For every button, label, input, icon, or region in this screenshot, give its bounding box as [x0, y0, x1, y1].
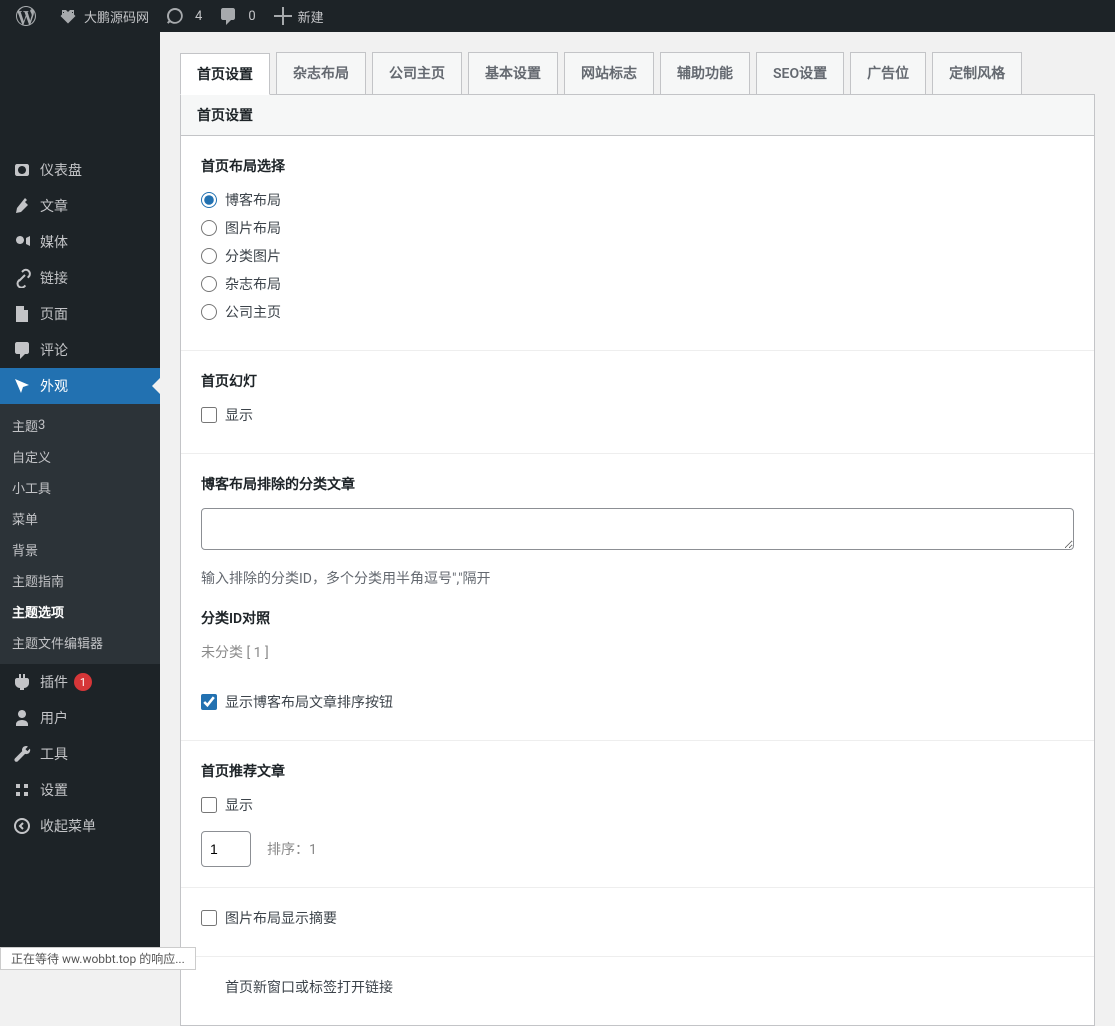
radio-company[interactable]: 公司主页 — [201, 302, 1074, 322]
site-link[interactable]: 大鹏源码网 — [50, 0, 157, 32]
radio-blog[interactable]: 博客布局 — [201, 190, 1074, 210]
admin-sidebar: 仪表盘 文章 媒体 链接 页面 评论 外观 主题 3 自定义 小工具 菜单 背景… — [0, 32, 160, 970]
menu-users[interactable]: 用户 — [0, 700, 160, 736]
radio-blog-input[interactable] — [201, 192, 217, 208]
tab-home[interactable]: 首页设置 — [180, 53, 270, 95]
submenu-theme-options[interactable]: 主题选项 — [0, 596, 160, 627]
radio-image[interactable]: 图片布局 — [201, 218, 1074, 238]
submenu-widgets[interactable]: 小工具 — [0, 472, 160, 503]
tab-magazine[interactable]: 杂志布局 — [276, 52, 366, 94]
check-sort-input[interactable] — [201, 694, 217, 710]
updates-link[interactable]: 4 — [157, 0, 210, 32]
admin-toolbar: 大鹏源码网 4 0 新建 — [0, 0, 1115, 32]
id-title: 分类ID对照 — [201, 608, 1074, 628]
submenu-customize[interactable]: 自定义 — [0, 441, 160, 472]
menu-media[interactable]: 媒体 — [0, 224, 160, 260]
tab-logo[interactable]: 网站标志 — [564, 52, 654, 94]
tab-ads[interactable]: 广告位 — [850, 52, 926, 94]
check-slider-input[interactable] — [201, 407, 217, 423]
tab-company[interactable]: 公司主页 — [372, 52, 462, 94]
menu-plugins[interactable]: 插件 1 — [0, 664, 160, 700]
menu-collapse[interactable]: 收起菜单 — [0, 808, 160, 844]
check-img-summary-input[interactable] — [201, 910, 217, 926]
exclude-title: 博客布局排除的分类文章 — [201, 474, 1074, 494]
menu-comments[interactable]: 评论 — [0, 332, 160, 368]
exclude-help: 输入排除的分类ID，多个分类用半角逗号","隔开 — [201, 568, 1074, 588]
featured-order-label: 排序：1 — [267, 839, 317, 859]
layout-title: 首页布局选择 — [201, 156, 1074, 176]
themes-badge: 3 — [38, 418, 45, 433]
settings-tabs: 首页设置 杂志布局 公司主页 基本设置 网站标志 辅助功能 SEO设置 广告位 … — [180, 52, 1095, 94]
tab-aux[interactable]: 辅助功能 — [660, 52, 750, 94]
new-label: 新建 — [298, 7, 324, 26]
panel-title: 首页设置 — [181, 95, 1094, 136]
featured-title: 首页推荐文章 — [201, 761, 1074, 781]
check-featured-show[interactable]: 显示 — [201, 795, 1074, 815]
menu-settings[interactable]: 设置 — [0, 772, 160, 808]
new-content[interactable]: 新建 — [264, 0, 332, 32]
radio-category-image[interactable]: 分类图片 — [201, 246, 1074, 266]
radio-magazine-input[interactable] — [201, 276, 217, 292]
submenu-theme-file-editor[interactable]: 主题文件编辑器 — [0, 627, 160, 658]
menu-links[interactable]: 链接 — [0, 260, 160, 296]
submenu-background[interactable]: 背景 — [0, 534, 160, 565]
id-list: 未分类 [ 1 ] — [201, 642, 1074, 662]
radio-category-image-input[interactable] — [201, 248, 217, 264]
menu-posts[interactable]: 文章 — [0, 188, 160, 224]
comments-link[interactable]: 0 — [210, 0, 263, 32]
section-featured: 首页推荐文章 显示 排序：1 — [181, 741, 1094, 888]
radio-magazine[interactable]: 杂志布局 — [201, 274, 1074, 294]
menu-appearance[interactable]: 外观 — [0, 368, 160, 404]
section-layout: 首页布局选择 博客布局 图片布局 分类图片 杂志布局 公司主页 — [181, 136, 1094, 351]
menu-tools[interactable]: 工具 — [0, 736, 160, 772]
wp-logo[interactable] — [8, 0, 50, 32]
submenu-menus[interactable]: 菜单 — [0, 503, 160, 534]
featured-order-input[interactable] — [201, 831, 251, 867]
check-new-window[interactable]: 首页新窗口或标签打开链接 — [201, 977, 1074, 997]
submenu-themes[interactable]: 主题 3 — [0, 410, 160, 441]
section-img-summary: 图片布局显示摘要 — [181, 888, 1094, 957]
settings-panel: 首页设置 首页布局选择 博客布局 图片布局 分类图片 杂志布局 公司主页 首页幻… — [180, 94, 1095, 1026]
section-slider: 首页幻灯 显示 — [181, 351, 1094, 454]
tab-seo[interactable]: SEO设置 — [756, 52, 844, 94]
browser-statusbar: 正在等待 ww.wobbt.top 的响应... — [0, 947, 196, 970]
check-sort-btn[interactable]: 显示博客布局文章排序按钮 — [201, 692, 1074, 712]
section-new-window: 首页新窗口或标签打开链接 — [181, 957, 1094, 1025]
comments-count: 0 — [248, 9, 255, 24]
exclude-textarea[interactable] — [201, 508, 1074, 550]
featured-order-row: 排序：1 — [201, 831, 1074, 867]
main-content: 首页设置 杂志布局 公司主页 基本设置 网站标志 辅助功能 SEO设置 广告位 … — [160, 32, 1115, 1026]
check-slider-show[interactable]: 显示 — [201, 405, 1074, 425]
tab-basic[interactable]: 基本设置 — [468, 52, 558, 94]
check-img-summary[interactable]: 图片布局显示摘要 — [201, 908, 1074, 928]
site-name: 大鹏源码网 — [84, 7, 149, 26]
plugins-badge: 1 — [74, 673, 92, 691]
menu-pages[interactable]: 页面 — [0, 296, 160, 332]
submenu-theme-guide[interactable]: 主题指南 — [0, 565, 160, 596]
section-exclude: 博客布局排除的分类文章 输入排除的分类ID，多个分类用半角逗号","隔开 分类I… — [181, 454, 1094, 741]
slider-title: 首页幻灯 — [201, 371, 1074, 391]
radio-image-input[interactable] — [201, 220, 217, 236]
check-featured-input[interactable] — [201, 797, 217, 813]
appearance-submenu: 主题 3 自定义 小工具 菜单 背景 主题指南 主题选项 主题文件编辑器 — [0, 404, 160, 664]
menu-dashboard[interactable]: 仪表盘 — [0, 152, 160, 188]
tab-style[interactable]: 定制风格 — [932, 52, 1022, 94]
radio-company-input[interactable] — [201, 304, 217, 320]
updates-count: 4 — [195, 9, 202, 24]
